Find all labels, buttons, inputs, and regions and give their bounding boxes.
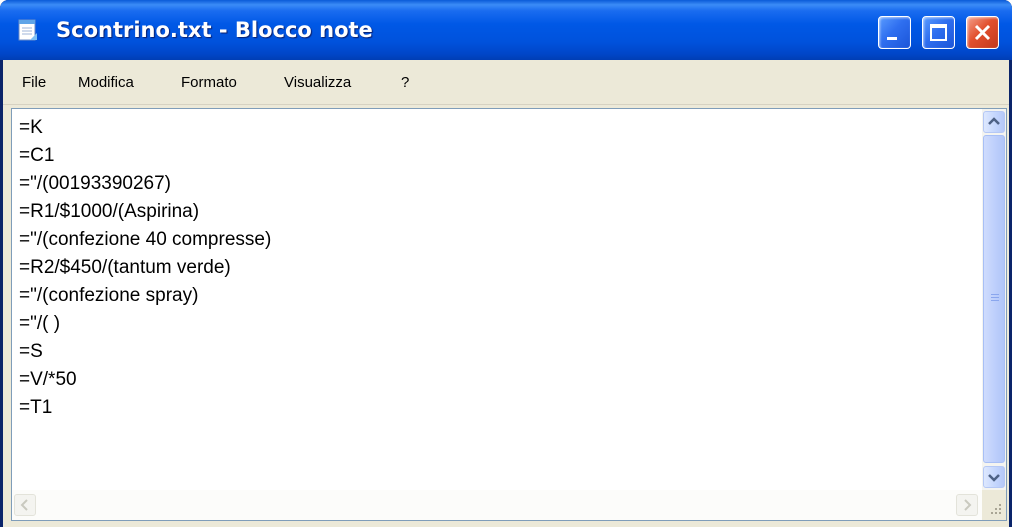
close-icon	[974, 24, 991, 41]
menu-help[interactable]: ?	[401, 72, 409, 94]
text-content[interactable]: =K =C1 ="/(00193390267) =R1/$1000/(Aspir…	[12, 109, 980, 490]
text-line: ="/(confezione spray)	[19, 285, 199, 306]
notepad-window: Scontrino.txt - Blocco note File Modific…	[0, 0, 1012, 527]
text-line: =T1	[19, 397, 53, 418]
chevron-left-icon	[20, 499, 28, 511]
horizontal-scrollbar[interactable]	[12, 490, 982, 520]
vertical-scrollbar[interactable]	[982, 109, 1006, 490]
window-client-area: File Modifica Formato Visualizza ? =K =C…	[3, 60, 1009, 527]
text-editor[interactable]: =K =C1 ="/(00193390267) =R1/$1000/(Aspir…	[11, 108, 1007, 521]
window-title: Scontrino.txt - Blocco note	[56, 18, 373, 42]
chevron-right-icon	[964, 499, 972, 511]
scroll-up-button[interactable]	[983, 111, 1005, 133]
close-button[interactable]	[966, 16, 999, 49]
chevron-up-icon	[988, 117, 1000, 125]
maximize-button[interactable]	[922, 16, 955, 49]
vertical-scroll-thumb[interactable]	[983, 135, 1005, 463]
scroll-grip-icon	[991, 297, 999, 298]
menu-file[interactable]: File	[22, 72, 46, 94]
scroll-grip-icon	[991, 300, 999, 301]
text-line: =R1/$1000/(Aspirina)	[19, 201, 200, 222]
menu-bar: File Modifica Formato Visualizza ?	[3, 60, 1009, 105]
scroll-right-button[interactable]	[956, 494, 978, 516]
menu-formato[interactable]: Formato	[181, 72, 237, 94]
text-line: ="/( )	[19, 313, 61, 334]
text-line: =S	[19, 341, 43, 362]
resize-grip-icon	[991, 504, 1001, 514]
scroll-left-button[interactable]	[14, 494, 36, 516]
chevron-down-icon	[988, 474, 1000, 482]
menu-visualizza[interactable]: Visualizza	[284, 72, 351, 94]
menu-modifica[interactable]: Modifica	[78, 72, 134, 94]
notepad-icon[interactable]	[16, 18, 40, 42]
text-line: =K	[19, 117, 43, 138]
text-line: ="/(confezione 40 compresse)	[19, 229, 272, 250]
text-line: ="/(00193390267)	[19, 173, 172, 194]
scroll-down-button[interactable]	[983, 466, 1005, 488]
resize-grip[interactable]	[982, 490, 1006, 520]
text-line: =V/*50	[19, 369, 77, 390]
minimize-button[interactable]	[878, 16, 911, 49]
title-bar[interactable]: Scontrino.txt - Blocco note	[0, 0, 1012, 60]
maximize-icon	[930, 24, 947, 41]
text-line: =C1	[19, 145, 55, 166]
minimize-icon	[887, 37, 897, 40]
scroll-grip-icon	[991, 294, 999, 295]
text-line: =R2/$450/(tantum verde)	[19, 257, 231, 278]
